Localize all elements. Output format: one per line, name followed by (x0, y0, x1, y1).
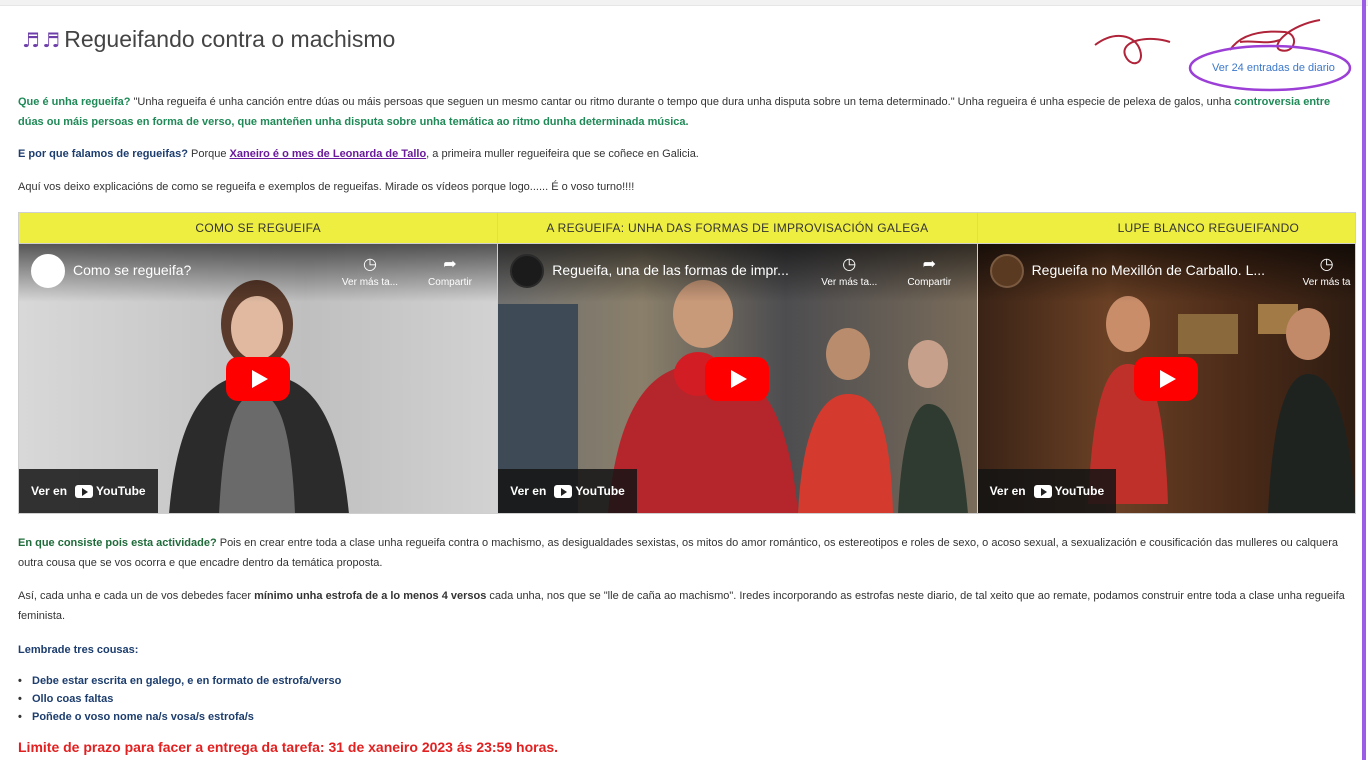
videos-table: COMO SE REGUEIFA Como se regueifa? ◷ Ver … (18, 212, 1356, 514)
view-diary-entries-link[interactable]: Ver 24 entradas de diario (1212, 62, 1335, 74)
video-title[interactable]: Regueifa no Mexillón de Carballo. L... (1032, 262, 1265, 278)
clock-icon: ◷ (363, 256, 377, 273)
deadline-notice: Limite de prazo para facer a entrega da … (18, 739, 559, 755)
video-column-1: COMO SE REGUEIFA Como se regueifa? ◷ Ver … (19, 213, 499, 513)
instructions-paragraph: Así, cada unha e cada un de vos debedes … (18, 586, 1358, 626)
watch-later-button[interactable]: ◷ Ver más ta... (818, 256, 880, 288)
videos-intro-paragraph: Aquí vos deixo explicacións de como se r… (18, 181, 635, 193)
video-title[interactable]: Como se regueifa? (73, 262, 191, 278)
play-button[interactable] (705, 356, 770, 401)
youtube-label: YouTube (1054, 484, 1105, 498)
share-icon: ➦ (443, 256, 457, 273)
share-button[interactable]: ➦ Compartir (898, 256, 960, 288)
highlight: mínimo unha estrofa de a lo menos 4 vers… (254, 590, 487, 602)
page-title: ♬ ♬ Regueifando contra o machismo (22, 26, 395, 53)
clock-icon: ◷ (1319, 256, 1334, 273)
video-column-2: A REGUEIFA: UNHA DAS FORMAS DE IMPROVISA… (498, 213, 978, 513)
scribble-annotation (1094, 19, 1352, 92)
play-button[interactable] (1134, 356, 1199, 401)
youtube-logo-icon: YouTube (554, 484, 625, 498)
share-button[interactable]: ➦ Compartir (419, 256, 481, 288)
music-notes-icon: ♬ ♬ (22, 27, 60, 52)
youtube-logo-icon: YouTube (1033, 484, 1105, 498)
watch-on-label: Ver en (989, 484, 1026, 498)
watch-later-label: Ver más ta... (821, 277, 878, 288)
question-why: E por que falamos de regueifas? (18, 148, 188, 160)
list-item: Poñede o voso nome na/s vosa/s estrofa/s (18, 708, 341, 726)
watch-on-youtube[interactable]: Ver en YouTube (977, 469, 1117, 513)
video-player-3[interactable]: Regueifa no Mexillón de Carballo. L... ◷… (977, 244, 1355, 513)
watch-later-label: Ver más ta (1302, 277, 1351, 288)
share-icon: ➦ (922, 256, 936, 273)
share-label: Compartir (428, 277, 472, 288)
video-player-1[interactable]: Como se regueifa? ◷ Ver más ta... ➦ Compar… (19, 244, 498, 513)
video-header: COMO SE REGUEIFA (19, 213, 498, 244)
question-activity: En que consiste pois esta actividade? (18, 537, 217, 549)
intro-paragraph: Que é unha regueifa? "Unha regueifa é un… (18, 92, 1358, 132)
activity-paragraph: En que consiste pois esta actividade? Po… (18, 533, 1358, 573)
watch-on-youtube[interactable]: Ver en YouTube (498, 469, 637, 513)
watch-on-label: Ver en (31, 484, 68, 498)
clock-icon: ◷ (842, 256, 857, 273)
video-column-3: LUPE BLANCO REGUEIFANDO Regueifa no Mexi… (977, 213, 1355, 513)
top-border (0, 0, 1368, 6)
leonarda-link[interactable]: Xaneiro é o mes de Leonarda de Tallo (230, 148, 427, 160)
remember-heading: Lembrade tres cousas: (18, 644, 139, 656)
watch-later-button[interactable]: ◷ Ver más ta (1296, 256, 1355, 288)
remember-list: Debe estar escrita en galego, e en forma… (18, 672, 341, 726)
channel-avatar[interactable] (31, 254, 65, 288)
channel-avatar[interactable] (989, 254, 1024, 288)
youtube-label: YouTube (575, 484, 625, 498)
list-item: Ollo coas faltas (18, 690, 341, 708)
video-header: LUPE BLANCO REGUEIFANDO (977, 213, 1355, 244)
text: , a primeira muller regueifeira que se c… (426, 148, 699, 160)
watch-on-youtube[interactable]: Ver en YouTube (19, 469, 158, 513)
list-item: Debe estar escrita en galego, e en forma… (18, 672, 341, 690)
question-what-is: Que é unha regueifa? (18, 96, 131, 108)
video-title[interactable]: Regueifa, una de las formas de impr... (552, 262, 789, 278)
text: Porque (187, 148, 230, 160)
share-label: Compartir (907, 277, 952, 288)
video-header: A REGUEIFA: UNHA DAS FORMAS DE IMPROVISA… (498, 213, 977, 244)
video-player-2[interactable]: Regueifa, una de las formas de impr... ◷… (498, 244, 977, 513)
watch-on-label: Ver en (510, 484, 547, 498)
youtube-logo-icon: YouTube (75, 484, 146, 498)
page-title-text: Regueifando contra o machismo (64, 26, 396, 52)
text: Así, cada unha e cada un de vos debedes … (18, 590, 255, 602)
text: Pois en crear entre toda a clase unha re… (18, 537, 1339, 569)
watch-later-label: Ver más ta... (341, 277, 399, 288)
watch-later-button[interactable]: ◷ Ver más ta... (339, 256, 401, 288)
why-paragraph: E por que falamos de regueifas? Porque X… (18, 144, 1358, 164)
play-button[interactable] (226, 356, 291, 401)
right-accent-bar (1362, 0, 1366, 760)
text: "Unha regueifa é unha canción entre dúas… (130, 96, 1235, 108)
youtube-label: YouTube (96, 484, 146, 498)
